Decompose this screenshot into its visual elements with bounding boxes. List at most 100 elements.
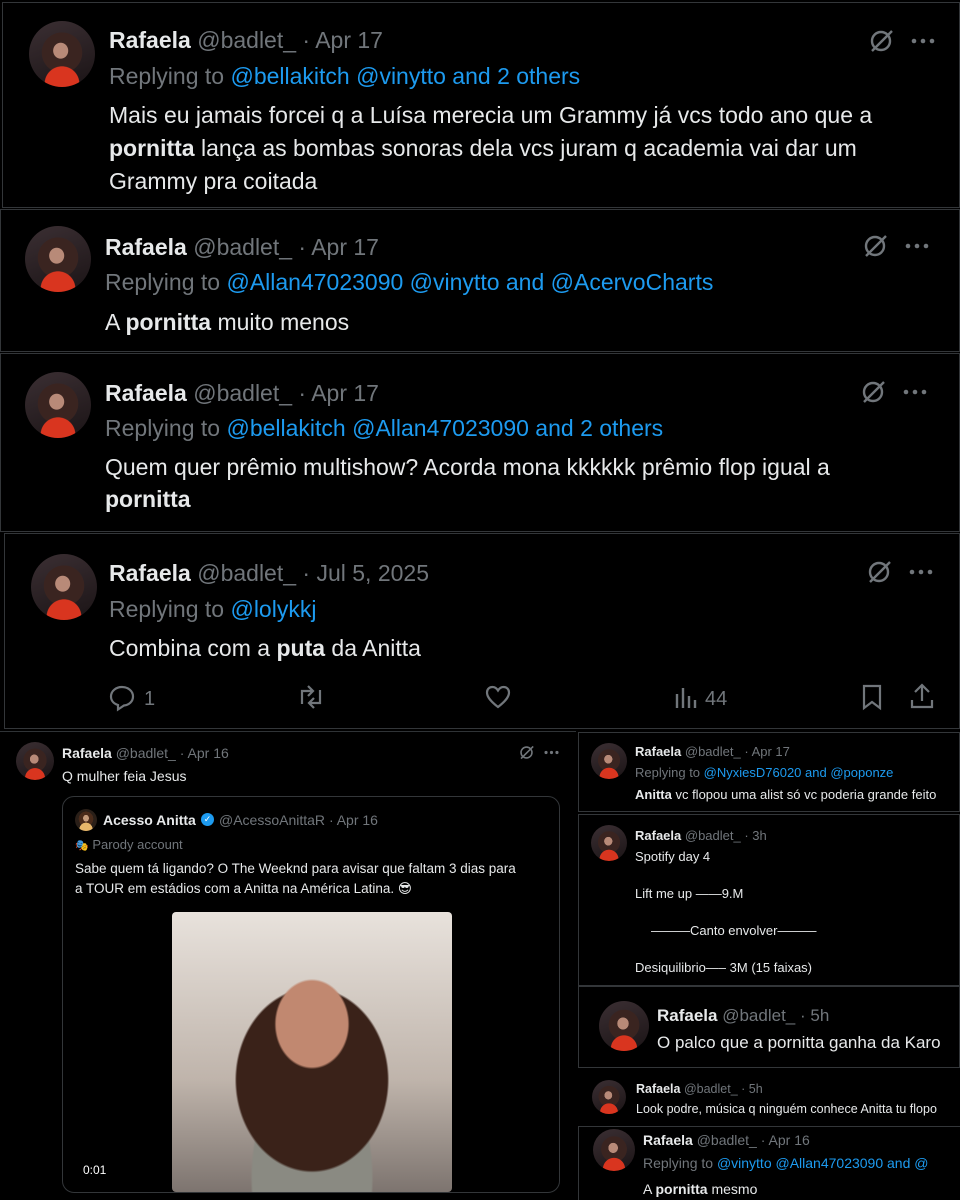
tweet-date[interactable]: · Jul 5, 2025 bbox=[302, 560, 429, 586]
quote-tweet-card[interactable]: Rafaela @badlet_ · Apr 16 Q mulher feia … bbox=[0, 731, 576, 1200]
author-handle[interactable]: @badlet_ bbox=[116, 745, 176, 761]
replying-label: Replying to bbox=[635, 765, 701, 780]
tweet-card[interactable]: Rafaela @badlet_ · 5h Look podre, música… bbox=[578, 1070, 960, 1126]
tweet-date[interactable]: · Apr 17 bbox=[298, 380, 379, 406]
tweet-text-line: Mais eu jamais forcei q a Luísa merecia … bbox=[109, 102, 873, 128]
like-icon[interactable] bbox=[483, 682, 513, 712]
tweet-date[interactable]: · 5h bbox=[741, 1082, 763, 1096]
share-icon[interactable] bbox=[907, 682, 937, 712]
avatar[interactable] bbox=[29, 21, 95, 87]
tweet-date[interactable]: · 3h bbox=[744, 828, 766, 843]
grok-icon[interactable] bbox=[859, 378, 887, 406]
avatar[interactable] bbox=[25, 372, 91, 438]
avatar[interactable] bbox=[599, 1001, 649, 1051]
tweet-text: Look podre, música q ninguém conhece Ani… bbox=[636, 1102, 937, 1116]
avatar[interactable] bbox=[31, 554, 97, 620]
more-options-icon[interactable] bbox=[907, 558, 935, 586]
avatar[interactable] bbox=[591, 825, 627, 861]
tweet-card[interactable]: Rafaela @badlet_ · Jul 5, 2025 Replying … bbox=[4, 533, 960, 729]
quoted-author-name[interactable]: Acesso Anitta bbox=[103, 812, 196, 828]
author-name[interactable]: Rafaela bbox=[105, 234, 187, 260]
quoted-author-handle[interactable]: @AcessoAnittaR bbox=[219, 812, 325, 828]
avatar[interactable] bbox=[591, 743, 627, 779]
tweet-date[interactable]: · Apr 17 bbox=[298, 234, 379, 260]
reply-icon[interactable] bbox=[107, 682, 137, 712]
tweet-card[interactable]: Rafaela @badlet_ · Apr 17 Replying to @b… bbox=[2, 2, 960, 208]
author-name[interactable]: Rafaela bbox=[105, 380, 187, 406]
more-options-icon[interactable] bbox=[909, 27, 937, 55]
tweet-date[interactable]: · 5h bbox=[800, 1006, 829, 1025]
tweet-text-line: Spotify day 4 bbox=[635, 849, 711, 864]
video-timestamp: 0:01 bbox=[83, 1163, 107, 1177]
author-handle[interactable]: @badlet_ bbox=[197, 27, 296, 53]
tweet-text-line: Desiquilibrio—– 3M (15 faixas) bbox=[635, 960, 813, 975]
quoted-tweet[interactable]: Acesso Anitta ✓ @AcessoAnittaR · Apr 16 … bbox=[62, 796, 560, 1193]
author-name[interactable]: Rafaela bbox=[109, 560, 191, 586]
author-name[interactable]: Rafaela bbox=[636, 1082, 680, 1096]
author-name[interactable]: Rafaela bbox=[635, 744, 681, 759]
grok-icon[interactable] bbox=[865, 558, 893, 586]
avatar[interactable] bbox=[25, 226, 91, 292]
replying-to-link[interactable]: @bellakitch @vinytto and 2 others bbox=[230, 63, 580, 89]
tweet-card[interactable]: Rafaela @badlet_ · 3h Spotify day 4 Lift… bbox=[578, 814, 960, 986]
tweet-text-line: Grammy pra coitada bbox=[109, 168, 318, 194]
grok-icon[interactable] bbox=[867, 27, 895, 55]
tweet-text-line: pornitta bbox=[105, 486, 191, 512]
author-name[interactable]: Rafaela bbox=[635, 828, 681, 843]
author-name[interactable]: Rafaela bbox=[109, 27, 191, 53]
avatar[interactable] bbox=[75, 809, 97, 831]
tweet-card[interactable]: Rafaela @badlet_ · Apr 17 Replying to @A… bbox=[0, 209, 960, 352]
replying-to-link[interactable]: @vinytto @Allan47023090 and @ bbox=[717, 1155, 929, 1171]
quoted-tweet-date[interactable]: · Apr 16 bbox=[329, 812, 378, 828]
avatar[interactable] bbox=[593, 1129, 635, 1171]
replying-to-link[interactable]: @NyxiesD76020 and @poponze bbox=[704, 765, 894, 780]
tweet-card[interactable]: Rafaela @badlet_ · Apr 16 Replying to @v… bbox=[578, 1126, 960, 1200]
tweet-card[interactable]: Rafaela @badlet_ · Apr 17 Replying to @N… bbox=[578, 732, 960, 812]
retweet-icon[interactable] bbox=[295, 682, 327, 712]
author-handle[interactable]: @badlet_ bbox=[685, 828, 741, 843]
tweet-text-line: ———Canto envolver——— bbox=[651, 923, 817, 938]
author-handle[interactable]: @badlet_ bbox=[197, 560, 296, 586]
more-options-icon[interactable] bbox=[903, 232, 931, 260]
avatar[interactable] bbox=[16, 742, 54, 780]
author-name[interactable]: Rafaela bbox=[643, 1132, 693, 1148]
author-handle[interactable]: @badlet_ bbox=[193, 234, 292, 260]
author-handle[interactable]: @badlet_ bbox=[697, 1132, 757, 1148]
video-thumbnail[interactable] bbox=[172, 912, 452, 1192]
views-count: 44 bbox=[705, 688, 728, 710]
tweet-card[interactable]: Rafaela @badlet_ · Apr 17 Replying to @b… bbox=[0, 353, 960, 532]
more-options-icon[interactable] bbox=[901, 378, 929, 406]
reply-count: 1 bbox=[144, 688, 156, 710]
bookmark-icon[interactable] bbox=[859, 682, 885, 712]
author-name[interactable]: Rafaela bbox=[657, 1006, 717, 1025]
tweet-text-line: Combina com a puta da Anitta bbox=[109, 635, 421, 661]
tweet-date[interactable]: · Apr 16 bbox=[761, 1132, 810, 1148]
replying-label: Replying to bbox=[105, 269, 221, 295]
tweet-date[interactable]: · Apr 17 bbox=[302, 27, 383, 53]
quoted-text-line: a TOUR em estádios com a Anitta na Améri… bbox=[75, 881, 412, 896]
replying-to-link[interactable]: @lolykkj bbox=[230, 596, 316, 622]
tweet-text: Anitta vc flopou uma alist só vc poderia… bbox=[635, 787, 937, 802]
replying-label: Replying to bbox=[109, 63, 225, 89]
author-handle[interactable]: @badlet_ bbox=[722, 1006, 795, 1025]
author-handle[interactable]: @badlet_ bbox=[684, 1082, 738, 1096]
replying-to-link[interactable]: @Allan47023090 @vinytto and @AcervoChart… bbox=[226, 269, 713, 295]
author-name[interactable]: Rafaela bbox=[62, 745, 112, 761]
tweet-text-line: Lift me up ——9.M bbox=[635, 886, 744, 901]
tweet-date[interactable]: · Apr 17 bbox=[744, 744, 790, 759]
more-options-icon[interactable] bbox=[543, 744, 560, 761]
author-handle[interactable]: @badlet_ bbox=[685, 744, 741, 759]
tweet-text: A pornitta mesmo bbox=[643, 1181, 758, 1197]
tweet-card[interactable]: Rafaela @badlet_ · 5h O palco que a porn… bbox=[578, 986, 960, 1068]
views-icon[interactable] bbox=[673, 684, 699, 710]
grok-icon[interactable] bbox=[518, 744, 535, 761]
grok-icon[interactable] bbox=[861, 232, 889, 260]
tweet-date[interactable]: · Apr 16 bbox=[180, 745, 229, 761]
replying-label: Replying to bbox=[643, 1155, 714, 1171]
avatar[interactable] bbox=[592, 1080, 626, 1114]
verified-badge-icon: ✓ bbox=[201, 813, 214, 826]
author-handle[interactable]: @badlet_ bbox=[193, 380, 292, 406]
tweet-text: Q mulher feia Jesus bbox=[62, 768, 187, 784]
replying-to-link[interactable]: @bellakitch @Allan47023090 and 2 others bbox=[226, 415, 663, 441]
tweet-text-line: A pornitta muito menos bbox=[105, 309, 350, 335]
